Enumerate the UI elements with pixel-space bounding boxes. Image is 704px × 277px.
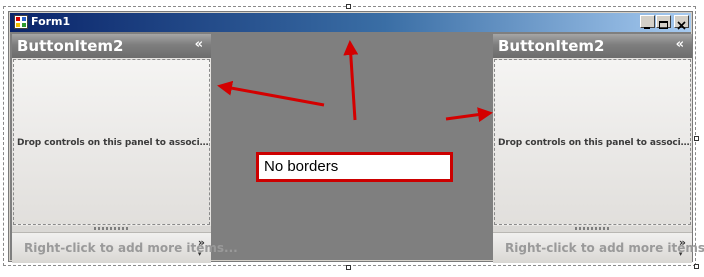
resize-grip-right[interactable] xyxy=(694,136,699,141)
add-items-hint: Right-click to add more items... xyxy=(24,241,238,255)
explorer-bar-footer[interactable]: Right-click to add more items... » ▾ xyxy=(493,232,704,263)
collapse-chevron-icon[interactable]: « xyxy=(676,37,684,53)
close-icon xyxy=(677,21,686,30)
add-items-hint: Right-click to add more items... xyxy=(505,241,704,255)
splitter-grip-icon xyxy=(574,227,611,230)
callout-text: No borders xyxy=(264,158,339,175)
more-chevron-glyph: » xyxy=(678,236,686,249)
resize-grip-bottom-right[interactable] xyxy=(694,264,699,269)
maximize-icon xyxy=(659,21,668,29)
more-chevron-icon[interactable]: » ▾ xyxy=(678,236,686,259)
close-button[interactable] xyxy=(674,15,689,30)
more-chevron-glyph: » xyxy=(197,236,205,249)
drop-panel-hint: Drop controls on this panel to associate… xyxy=(17,138,209,148)
explorer-bar-footer[interactable]: Right-click to add more items... » ▾ xyxy=(12,232,238,263)
drop-panel-hint: Drop controls on this panel to associate… xyxy=(498,138,690,148)
splitter-grip-icon xyxy=(93,227,130,230)
explorer-bar-header[interactable]: ButtonItem2 « xyxy=(493,34,692,58)
title-bar[interactable]: Form1 xyxy=(10,13,691,32)
form-window: Form1 ButtonItem2 « Drop controls on thi… xyxy=(8,11,704,263)
resize-grip-bottom[interactable] xyxy=(346,265,351,270)
window-title: Form1 xyxy=(31,15,71,28)
explorer-bar-title: ButtonItem2 xyxy=(498,37,605,55)
maximize-button[interactable] xyxy=(656,15,671,29)
dropdown-triangle-icon: ▾ xyxy=(678,250,683,258)
minimize-icon xyxy=(644,27,650,29)
form-client-area: ButtonItem2 « Drop controls on this pane… xyxy=(10,32,704,263)
dropdown-triangle-icon: ▾ xyxy=(197,250,202,258)
minimize-button[interactable] xyxy=(640,15,655,29)
explorer-bar-title: ButtonItem2 xyxy=(17,37,124,55)
explorer-bar-left: ButtonItem2 « Drop controls on this pane… xyxy=(12,34,238,263)
explorer-bar-drop-panel[interactable]: Drop controls on this panel to associate… xyxy=(13,59,210,225)
callout-box: No borders xyxy=(256,152,453,182)
more-chevron-icon[interactable]: » ▾ xyxy=(197,236,205,259)
explorer-bar-header[interactable]: ButtonItem2 « xyxy=(12,34,211,58)
resize-grip-top[interactable] xyxy=(346,4,351,9)
explorer-bar-right: ButtonItem2 « Drop controls on this pane… xyxy=(493,34,704,263)
collapse-chevron-icon[interactable]: « xyxy=(195,37,203,53)
form-app-icon xyxy=(14,15,28,29)
explorer-bar-drop-panel[interactable]: Drop controls on this panel to associate… xyxy=(494,59,691,225)
